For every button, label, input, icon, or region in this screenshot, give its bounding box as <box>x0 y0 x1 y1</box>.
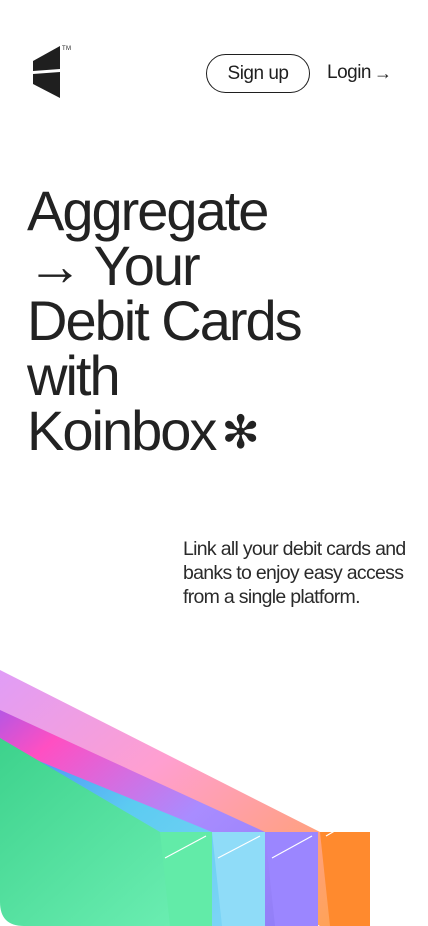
asterisk-sparkle-icon: ✻ <box>221 406 260 458</box>
koinbox-logo-icon <box>33 46 60 98</box>
signup-button[interactable]: Sign up <box>206 54 310 93</box>
login-link[interactable]: Login → <box>327 58 392 88</box>
hero-line-4: with <box>27 344 121 407</box>
stacked-cards-illustration <box>0 600 428 926</box>
top-bar: TM Sign up Login → <box>0 0 428 150</box>
hero-line-5-wrap: Koinbox ✻ <box>27 403 417 460</box>
hero-line-5: Koinbox <box>27 399 217 462</box>
hero-line-1: Aggregate <box>27 179 269 242</box>
koinbox-logo[interactable]: TM <box>33 46 73 102</box>
trademark-label: TM <box>62 46 72 52</box>
arrow-right-icon: → <box>374 62 392 83</box>
hero-line-2: → Your <box>27 234 201 297</box>
hero-headline: Aggregate → Your Debit Cards with Koinbo… <box>27 183 417 460</box>
login-label: Login <box>327 62 372 83</box>
hero-description: Link all your debit cards and banks to e… <box>183 538 406 608</box>
hero-line-3: Debit Cards <box>27 289 303 352</box>
